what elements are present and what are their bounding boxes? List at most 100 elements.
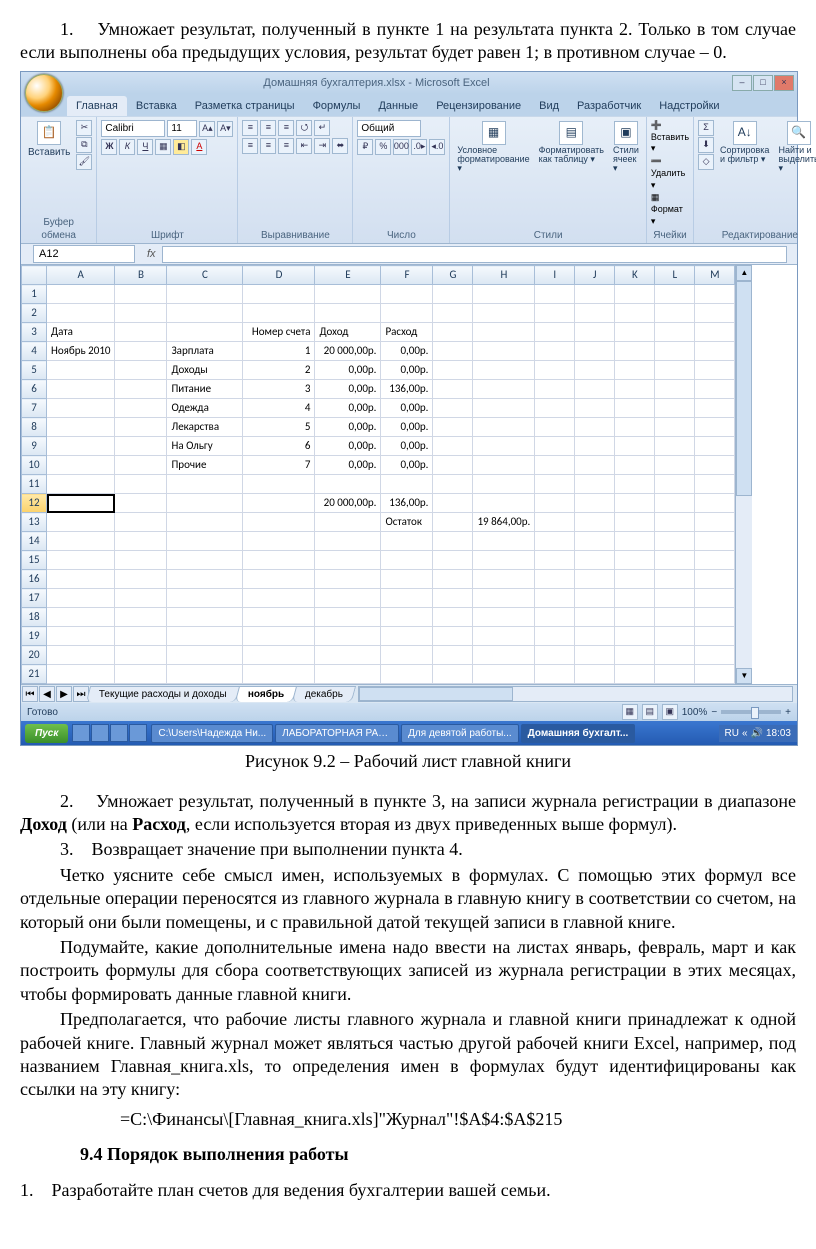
cell[interactable] [615,456,655,475]
cell[interactable] [47,285,115,304]
cell[interactable] [615,627,655,646]
cell[interactable]: Ноябрь 2010 [47,342,115,361]
vertical-scrollbar[interactable]: ▲ ▼ [735,265,752,684]
cell[interactable] [655,323,695,342]
cell[interactable] [47,437,115,456]
cell[interactable] [315,627,381,646]
tab-formulas[interactable]: Формулы [304,96,370,116]
increase-indent-icon[interactable]: ⇥ [314,138,330,154]
cell[interactable] [115,589,167,608]
row-header[interactable]: 2 [22,304,47,323]
cell[interactable] [381,665,433,684]
cell[interactable] [615,608,655,627]
cell[interactable] [695,570,735,589]
row-header[interactable]: 10 [22,456,47,475]
number-format-select[interactable]: Общий [357,120,421,137]
cell[interactable]: 0,00р. [315,399,381,418]
cell[interactable] [615,513,655,532]
row-header[interactable]: 1 [22,285,47,304]
cell[interactable] [47,608,115,627]
column-header[interactable]: G [433,266,473,285]
tab-data[interactable]: Данные [369,96,427,116]
cell[interactable] [655,570,695,589]
cell[interactable] [243,475,315,494]
column-header[interactable]: M [695,266,735,285]
cell[interactable]: 0,00р. [315,418,381,437]
cell[interactable] [433,627,473,646]
cell[interactable] [381,285,433,304]
row-header[interactable]: 11 [22,475,47,494]
ql-desktop-icon[interactable] [110,724,128,742]
cell[interactable] [315,570,381,589]
cell[interactable] [575,494,615,513]
cell[interactable] [473,551,535,570]
cell[interactable] [473,437,535,456]
cell[interactable] [315,304,381,323]
clear-icon[interactable]: ◇ [698,154,714,170]
language-indicator[interactable]: RU [725,727,739,740]
cell[interactable] [473,418,535,437]
cell[interactable] [655,646,695,665]
cell[interactable] [381,532,433,551]
cell[interactable] [315,532,381,551]
align-center-icon[interactable]: ≡ [260,138,276,154]
cell[interactable] [695,285,735,304]
cell[interactable] [655,589,695,608]
cell[interactable] [381,627,433,646]
wrap-text-icon[interactable]: ↵ [314,120,330,136]
cell[interactable]: Расход [381,323,433,342]
taskbar-task-1[interactable]: ЛАБОРАТОРНАЯ РАБ... [275,724,399,743]
cell[interactable] [473,475,535,494]
cell[interactable] [695,551,735,570]
cell[interactable] [535,589,575,608]
fill-color-icon[interactable]: ◧ [173,139,189,155]
row-header[interactable]: 7 [22,399,47,418]
cell[interactable] [433,665,473,684]
cell[interactable]: Доход [315,323,381,342]
decrease-decimal-icon[interactable]: ◂.0 [429,139,445,155]
cell[interactable] [47,646,115,665]
cell[interactable] [167,665,243,684]
cell[interactable] [381,475,433,494]
cell[interactable]: Доходы [167,361,243,380]
cell[interactable] [115,437,167,456]
cell[interactable] [243,570,315,589]
view-normal-icon[interactable]: ▦ [622,704,638,720]
align-middle-icon[interactable]: ≡ [260,120,276,136]
cell[interactable] [655,380,695,399]
cell[interactable] [535,342,575,361]
cell[interactable] [473,399,535,418]
cell[interactable] [47,361,115,380]
cell[interactable] [615,646,655,665]
cell[interactable] [433,646,473,665]
cell[interactable] [695,589,735,608]
cell[interactable] [115,323,167,342]
h-scroll-thumb[interactable] [359,687,512,701]
cell[interactable]: Прочие [167,456,243,475]
column-header[interactable]: C [167,266,243,285]
cell[interactable] [535,399,575,418]
cell[interactable] [615,570,655,589]
cell[interactable] [47,399,115,418]
increase-decimal-icon[interactable]: .0▸ [411,139,427,155]
cell[interactable] [315,285,381,304]
cell[interactable] [575,323,615,342]
tab-developer[interactable]: Разработчик [568,96,650,116]
cell[interactable] [473,380,535,399]
row-header[interactable]: 19 [22,627,47,646]
sheet-tab-1[interactable]: ноябрь [235,686,298,702]
tray-icon[interactable]: 🔊 [751,727,763,740]
cell[interactable] [695,304,735,323]
cell[interactable]: 20 000,00р. [315,494,381,513]
cell[interactable] [535,646,575,665]
currency-icon[interactable]: ₽ [357,139,373,155]
align-bottom-icon[interactable]: ≡ [278,120,294,136]
cell[interactable]: 0,00р. [381,418,433,437]
cell[interactable] [115,456,167,475]
cell[interactable] [695,475,735,494]
row-header[interactable]: 5 [22,361,47,380]
cell[interactable] [655,304,695,323]
cell[interactable]: 0,00р. [381,399,433,418]
cell[interactable] [433,304,473,323]
tab-insert[interactable]: Вставка [127,96,186,116]
